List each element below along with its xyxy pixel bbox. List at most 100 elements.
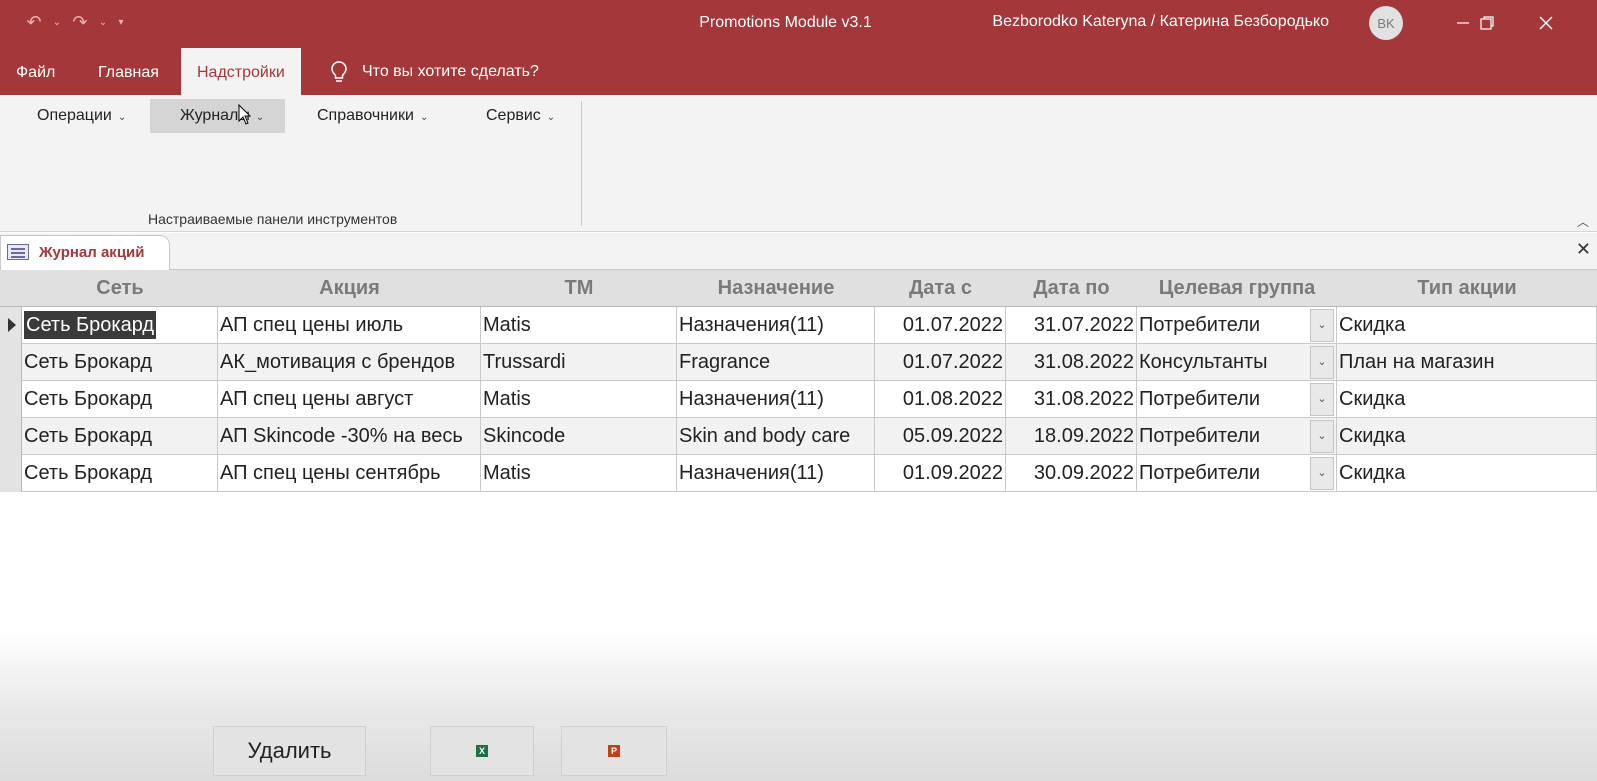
chevron-down-icon[interactable]: ⌄ [1310,346,1334,379]
close-document-icon[interactable]: ✕ [1576,239,1591,260]
cell-date-to[interactable]: 30.09.2022 [1006,455,1137,492]
row-selector[interactable] [0,381,22,418]
directories-menu-button[interactable]: Справочники ⌄ [307,99,438,133]
cell-network[interactable]: Сеть Брокард [22,344,218,381]
column-header[interactable]: Назначение [677,270,875,307]
cell-date-from[interactable]: 01.07.2022 [875,307,1006,344]
tell-me-text[interactable]: Что вы хотите сделать? [362,63,539,81]
cell-promotion[interactable]: АП спец цены сентябрь [218,455,481,492]
customize-qat-icon[interactable]: ▾ [114,17,128,28]
redo-icon[interactable]: ↷ [68,12,92,33]
column-header[interactable]: Сеть [22,270,218,307]
cell-purpose[interactable]: Назначения(11) [677,455,875,492]
chevron-down-icon: ⌄ [255,112,265,123]
row-selector[interactable] [0,344,22,381]
cell-date-to[interactable]: 31.08.2022 [1006,381,1137,418]
collapse-ribbon-icon[interactable]: ︿ [1577,213,1589,230]
restore-icon[interactable] [1464,0,1510,46]
export-excel-button[interactable]: X [430,726,534,776]
cell-target-group[interactable]: Потребители [1137,455,1337,492]
journals-menu-button[interactable]: Журналы ⌄ [150,99,285,133]
chevron-down-icon[interactable]: ⌄ [1310,309,1334,342]
service-label: Сервис [486,107,541,124]
chevron-down-icon[interactable]: ⌄ [1310,420,1334,453]
cell-tm[interactable]: Skincode [481,418,677,455]
cell-promo-type[interactable]: План на магазин [1337,344,1597,381]
column-header[interactable]: Дата по [1006,270,1137,307]
tab-add-ins[interactable]: Надстройки [181,48,301,95]
cell-tm[interactable]: Matis [481,381,677,418]
delete-button[interactable]: Удалить [213,726,366,776]
avatar[interactable]: BK [1369,6,1403,40]
cell-date-to[interactable]: 31.07.2022 [1006,307,1137,344]
cell-purpose[interactable]: Назначения(11) [677,307,875,344]
chevron-down-icon: ⌄ [117,112,127,123]
directories-label: Справочники [317,107,414,124]
cell-target-group[interactable]: Потребители [1137,381,1337,418]
cell-date-from[interactable]: 01.07.2022 [875,344,1006,381]
row-selector[interactable] [0,418,22,455]
cell-date-to[interactable]: 31.08.2022 [1006,344,1137,381]
table-row[interactable]: Сеть Брокард АП спец цены сентябрь Matis… [0,455,1597,492]
cell-promotion[interactable]: АК_мотивация с брендов [218,344,481,381]
cell-tm[interactable]: Matis [481,307,677,344]
cell-promotion[interactable]: АП Skincode -30% на весь [218,418,481,455]
table-row[interactable]: Сеть Брокард АП спец цены август Matis Н… [0,381,1597,418]
cell-network[interactable]: Сеть Брокард [22,455,218,492]
document-tab-title: Журнал акций [39,244,145,261]
operations-menu-button[interactable]: Операции ⌄ [27,99,136,133]
ribbon-tabs: Файл Главная Надстройки Что вы хотите сд… [0,48,1597,95]
cell-date-to[interactable]: 18.09.2022 [1006,418,1137,455]
cell-promo-type[interactable]: Скидка [1337,455,1597,492]
cell-tm[interactable]: Matis [481,455,677,492]
cell-promotion[interactable]: АП спец цены июль [218,307,481,344]
lightbulb-icon [331,60,347,82]
column-header[interactable]: Тип акции [1337,270,1597,307]
undo-dropdown-icon[interactable]: ⌄ [50,17,64,28]
cell-date-from[interactable]: 01.08.2022 [875,381,1006,418]
column-header[interactable]: Акция [218,270,481,307]
cell-purpose[interactable]: Назначения(11) [677,381,875,418]
mouse-cursor-icon [238,104,252,125]
cell-network[interactable]: Сеть Брокард [22,418,218,455]
operations-label: Операции [37,107,112,124]
column-header[interactable]: Целевая группа [1137,270,1337,307]
cell-target-group[interactable]: Консультанты [1137,344,1337,381]
cell-network[interactable]: Сеть Брокард [24,311,157,339]
cell-date-from[interactable]: 05.09.2022 [875,418,1006,455]
cell-promo-type[interactable]: Скидка [1337,307,1597,344]
row-selector[interactable] [0,307,22,344]
table-row[interactable]: Сеть Брокард АП Skincode -30% на весь Sk… [0,418,1597,455]
cell-target-group[interactable]: Потребители [1137,418,1337,455]
redo-dropdown-icon[interactable]: ⌄ [96,17,110,28]
close-window-icon[interactable] [1523,0,1569,46]
cell-purpose[interactable]: Fragrance [677,344,875,381]
chevron-down-icon[interactable]: ⌄ [1310,383,1334,416]
table-row[interactable]: Сеть Брокард АК_мотивация с брендов Trus… [0,344,1597,381]
tab-file[interactable]: Файл [0,48,71,95]
cell-promo-type[interactable]: Скидка [1337,418,1597,455]
cell-promo-type[interactable]: Скидка [1337,381,1597,418]
tell-me-box[interactable]: Что вы хотите сделать? [330,48,539,95]
cell-target-group[interactable]: Потребители [1137,307,1337,344]
row-selector[interactable] [0,455,22,492]
powerpoint-icon: P [608,745,620,757]
undo-icon[interactable]: ↶ [22,12,46,33]
current-row-icon [8,318,16,332]
cell-date-from[interactable]: 01.09.2022 [875,455,1006,492]
column-header[interactable]: Дата с [875,270,1006,307]
export-powerpoint-button[interactable]: P [561,726,667,776]
chevron-down-icon[interactable]: ⌄ [1310,457,1334,490]
cell-tm[interactable]: Trussardi [481,344,677,381]
table-row[interactable]: Сеть Брокард АП спец цены июль Matis Наз… [0,307,1597,344]
service-menu-button[interactable]: Сервис ⌄ [476,99,565,133]
cell-network[interactable]: Сеть Брокард [22,381,218,418]
chevron-down-icon: ⌄ [419,112,429,123]
cell-promotion[interactable]: АП спец цены август [218,381,481,418]
cell-purpose[interactable]: Skin and body care [677,418,875,455]
tab-home[interactable]: Главная [82,48,175,95]
document-tab[interactable]: Журнал акций [0,235,170,270]
document-tab-strip: Журнал акций ✕ [0,233,1597,270]
user-name[interactable]: Bezborodko Kateryna / Катерина Безбородь… [992,13,1329,31]
column-header[interactable]: ТМ [481,270,677,307]
